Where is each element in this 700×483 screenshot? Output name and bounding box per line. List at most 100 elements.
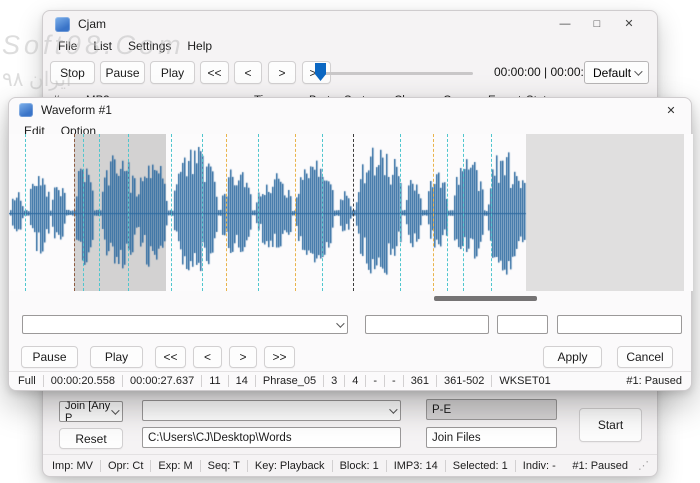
cue-marker-icon[interactable] <box>491 134 492 291</box>
menu-list[interactable]: List <box>85 39 120 53</box>
main-status-bar: Imp: MVOpr: CtExp: MSeq: TKey: PlaybackB… <box>43 454 657 476</box>
menu-help[interactable]: Help <box>179 39 220 53</box>
close-icon[interactable]: ✕ <box>613 11 645 37</box>
join-files-field[interactable]: Join Files <box>426 427 557 448</box>
status-item: 3 <box>331 375 337 387</box>
status-item: IMP3: 14 <box>394 460 438 472</box>
status-separator <box>122 375 123 387</box>
play-button[interactable]: Play <box>90 346 143 368</box>
cue-marker-icon[interactable] <box>25 134 26 291</box>
edit-field-3[interactable] <box>557 315 682 334</box>
cue-marker-icon[interactable] <box>463 134 464 291</box>
join-mode-dropdown[interactable]: Join [Any P <box>59 401 123 422</box>
status-separator <box>332 460 333 472</box>
step-back-button[interactable]: < <box>234 61 262 84</box>
status-item: 11 <box>209 375 220 387</box>
status-item: - <box>373 375 377 387</box>
join-target-combobox[interactable] <box>142 400 401 421</box>
cue-marker-icon[interactable] <box>202 134 203 291</box>
cue-marker-icon[interactable] <box>322 134 323 291</box>
cue-marker-icon[interactable] <box>99 134 100 291</box>
waveform-display[interactable] <box>9 134 693 291</box>
phrase-combobox[interactable] <box>22 315 348 334</box>
status-item: 14 <box>236 375 248 387</box>
step-forward-button[interactable]: > <box>229 346 257 368</box>
waveform-canvas[interactable] <box>9 134 693 291</box>
menu-settings[interactable]: Settings <box>120 39 179 53</box>
status-separator <box>384 375 385 387</box>
cue-marker-icon[interactable] <box>83 134 84 291</box>
step-back-button[interactable]: < <box>193 346 222 368</box>
main-menubar: File List Settings Help <box>43 37 657 55</box>
window-title: Cjam <box>78 17 106 31</box>
seek-slider-track[interactable] <box>319 72 473 75</box>
status-items: Imp: MVOpr: CtExp: MSeq: TKey: PlaybackB… <box>52 460 556 472</box>
status-item: 00:00:27.637 <box>130 375 194 387</box>
status-separator <box>323 375 324 387</box>
selection-start-marker-icon[interactable] <box>74 134 75 291</box>
cue-marker-icon[interactable] <box>447 134 448 291</box>
status-separator <box>255 375 256 387</box>
reset-button[interactable]: Reset <box>59 428 123 449</box>
cue-marker-alt-icon[interactable] <box>433 134 434 291</box>
status-separator <box>386 460 387 472</box>
status-item: Opr: Ct <box>108 460 143 472</box>
status-item: - <box>392 375 396 387</box>
pause-button[interactable]: Pause <box>21 346 78 368</box>
start-button[interactable]: Start <box>579 408 642 442</box>
chevron-down-icon <box>111 406 119 414</box>
cue-marker-icon[interactable] <box>128 134 129 291</box>
cue-marker-icon[interactable] <box>400 134 401 291</box>
maximize-icon[interactable]: □ <box>581 11 613 37</box>
waveform-window-title: Waveform #1 <box>41 103 112 117</box>
status-separator <box>515 460 516 472</box>
status-item: 00:00:20.558 <box>51 375 115 387</box>
status-item: Key: Playback <box>255 460 325 472</box>
playback-cursor-icon[interactable] <box>353 134 354 291</box>
desktop: Soft98.Com ایران ۹۸ Cjam — □ ✕ File List… <box>0 0 700 483</box>
resize-grip[interactable]: ⋰ <box>638 459 648 472</box>
waveform-window: Waveform #1 ✕ Edit Option Pause Play << … <box>8 97 692 391</box>
cancel-button[interactable]: Cancel <box>617 346 673 368</box>
status-separator <box>365 375 366 387</box>
main-toolbar: Stop Pause Play << < > >> 00:00:00 | 00:… <box>43 59 657 89</box>
menu-file[interactable]: File <box>50 39 85 53</box>
waveform-titlebar[interactable]: Waveform #1 ✕ <box>9 98 691 122</box>
status-separator <box>344 375 345 387</box>
edit-field-2[interactable] <box>497 315 548 334</box>
cue-marker-icon[interactable] <box>258 134 259 291</box>
apply-button[interactable]: Apply <box>543 346 602 368</box>
status-item: WKSET01 <box>499 375 550 387</box>
status-separator <box>100 460 101 472</box>
status-separator <box>491 375 492 387</box>
edit-field-1[interactable] <box>365 315 489 334</box>
status-separator <box>43 375 44 387</box>
stop-button[interactable]: Stop <box>50 61 95 84</box>
scrollbar-thumb[interactable] <box>434 296 537 301</box>
main-titlebar[interactable]: Cjam — □ ✕ <box>43 11 657 37</box>
status-items: Full00:00:20.55800:00:27.6371114Phrase_0… <box>18 375 551 387</box>
fast-forward-button[interactable]: >> <box>264 346 295 368</box>
step-forward-button[interactable]: > <box>268 61 296 84</box>
close-icon[interactable]: ✕ <box>661 104 681 117</box>
play-button[interactable]: Play <box>150 61 195 84</box>
rewind-button[interactable]: << <box>155 346 186 368</box>
status-item: 4 <box>352 375 358 387</box>
status-item: Imp: MV <box>52 460 93 472</box>
status-separator <box>201 375 202 387</box>
cue-marker-alt-icon[interactable] <box>295 134 296 291</box>
status-item: Block: 1 <box>340 460 379 472</box>
status-separator <box>228 375 229 387</box>
pause-button[interactable]: Pause <box>100 61 145 84</box>
output-path-field[interactable]: C:\Users\CJ\Desktop\Words <box>142 427 401 448</box>
waveform-scrollbar[interactable] <box>9 295 693 302</box>
cue-marker-icon[interactable] <box>171 134 172 291</box>
pe-field[interactable]: P-E <box>426 399 557 420</box>
rewind-button[interactable]: << <box>200 61 229 84</box>
minimize-icon[interactable]: — <box>549 11 581 37</box>
chevron-down-icon <box>336 319 344 327</box>
preset-dropdown[interactable]: Default <box>584 61 649 84</box>
playback-state: #1: Paused <box>626 375 682 387</box>
cue-marker-alt-icon[interactable] <box>226 134 227 291</box>
status-separator <box>247 460 248 472</box>
